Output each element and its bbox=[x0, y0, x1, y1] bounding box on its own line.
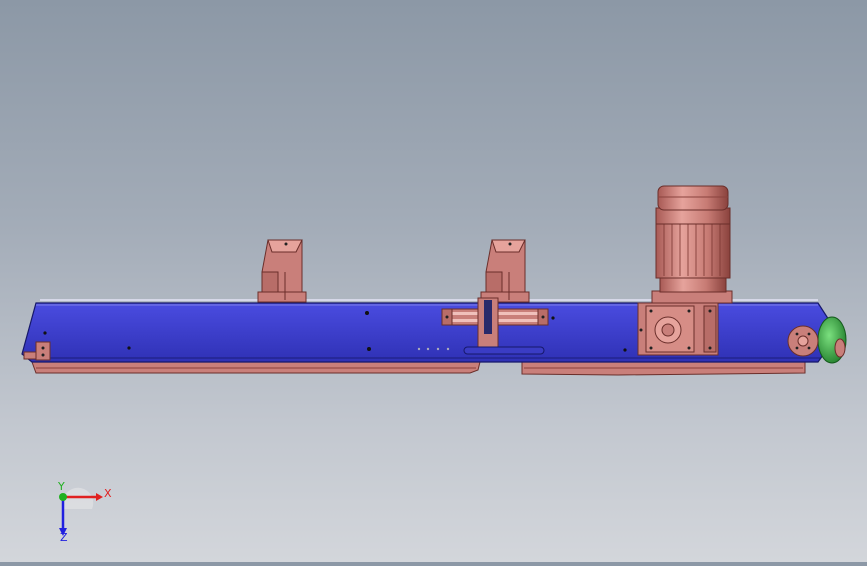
coordinate-triad: X Y Z bbox=[57, 480, 112, 544]
z-axis-label: Z bbox=[60, 531, 68, 544]
lower-rail-right[interactable] bbox=[521, 361, 806, 376]
y-axis-label: Y bbox=[57, 480, 65, 493]
x-axis-label: X bbox=[104, 487, 112, 500]
cad-viewport[interactable]: X Y Z bbox=[0, 0, 867, 562]
y-axis-dot bbox=[59, 493, 67, 501]
drive-motor[interactable] bbox=[651, 185, 733, 304]
lower-rail-left[interactable] bbox=[31, 361, 481, 374]
gearbox[interactable] bbox=[637, 302, 719, 356]
model-view[interactable]: X Y Z bbox=[0, 0, 867, 562]
support-block-left[interactable] bbox=[257, 239, 307, 303]
support-block-middle[interactable] bbox=[480, 239, 530, 303]
x-axis-arrow bbox=[96, 493, 103, 501]
